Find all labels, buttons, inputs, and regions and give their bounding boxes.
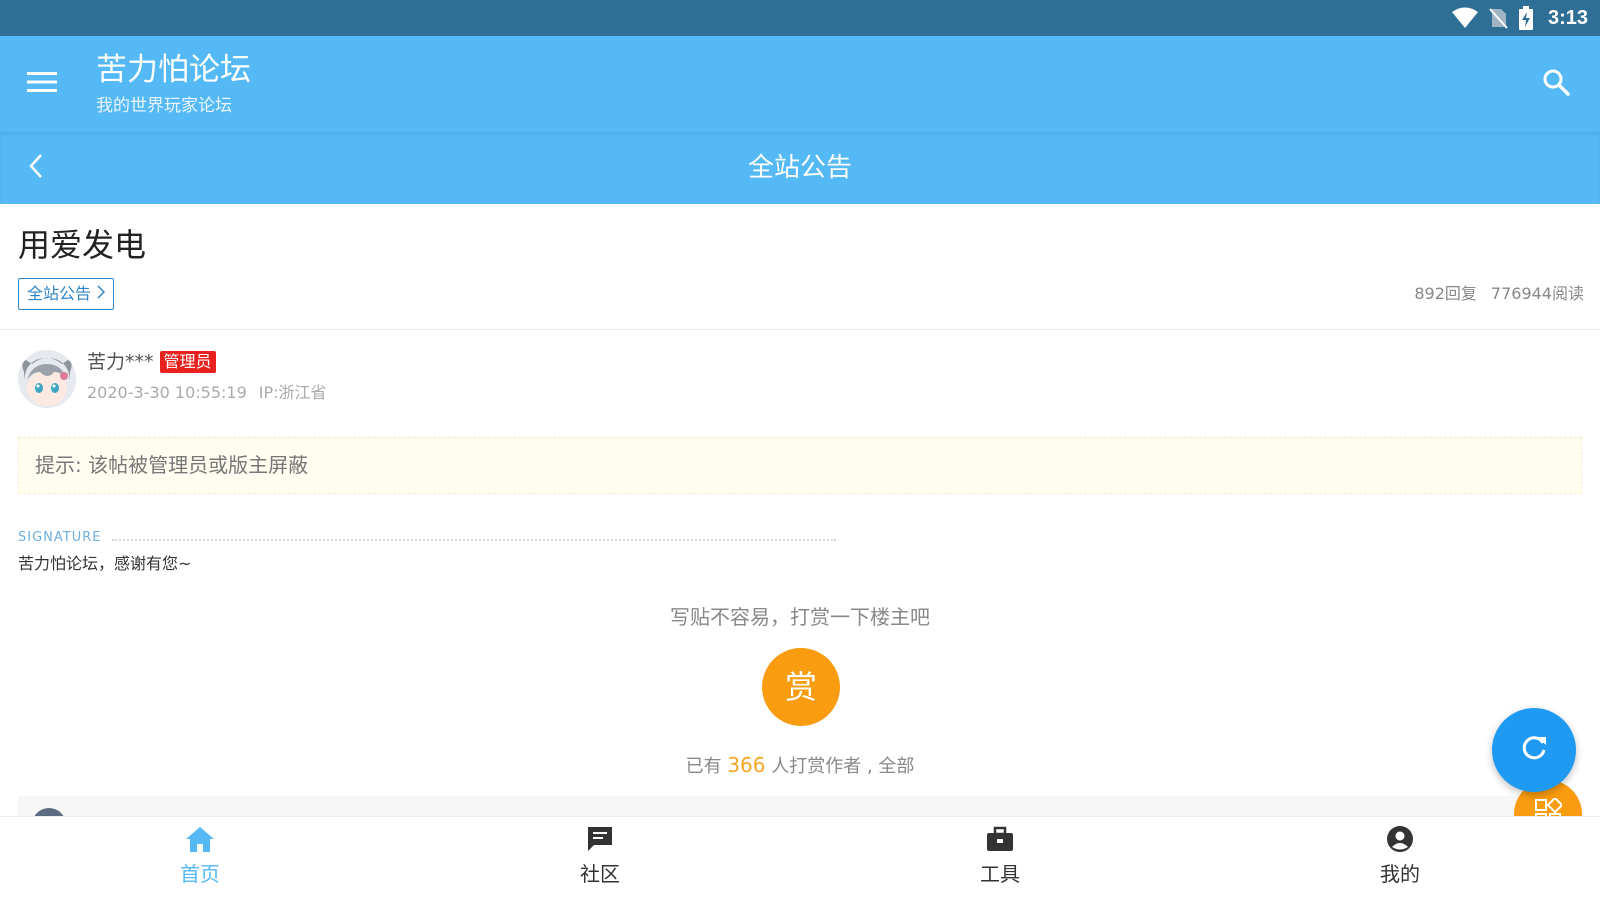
admin-badge: 管理员 [159,351,216,373]
status-time: 3:13 [1547,6,1588,29]
bottom-nav: 首页 社区 工具 我的 [0,816,1600,900]
author-meta: 2020-3-30 10:55:19 IP:浙江省 [87,380,327,406]
menu-icon [27,71,57,97]
reward-button[interactable]: 赏 [762,648,840,726]
reward-summary[interactable]: 已有 366 人打赏作者 , 全部 [0,750,1600,782]
chevron-right-icon [97,279,106,309]
reward-summary-suffix: 人打赏作者 , 全部 [771,756,915,777]
post-title: 用爱发电 [18,226,147,264]
refresh-button[interactable] [1492,708,1576,792]
nav-label: 首页 [180,861,220,886]
list-item [18,796,1538,816]
app-bar: 苦力怕论坛 我的世界玩家论坛 [0,36,1600,132]
signature-label: SIGNATURE [18,530,102,545]
avatar [32,808,66,816]
post-stats: 892回复 776944阅读 [1414,280,1584,308]
forum-tag-link[interactable]: 全站公告 [18,278,115,310]
nav-item-tools[interactable]: 工具 [800,817,1200,900]
home-icon [185,825,215,857]
avatar[interactable] [18,350,76,408]
wifi-icon [1451,7,1478,29]
view-count: 776944阅读 [1490,284,1584,303]
nav-item-community[interactable]: 社区 [400,817,800,900]
refresh-icon [1519,733,1549,767]
signature-text: 苦力怕论坛，感谢有您~ [18,554,192,573]
nav-item-home[interactable]: 首页 [0,817,400,900]
signature-divider [112,539,836,541]
nav-item-mine[interactable]: 我的 [1200,817,1600,900]
search-button[interactable] [1538,66,1574,102]
reply-count: 892回复 [1414,284,1477,303]
author-name[interactable]: 苦力*** [87,348,154,376]
app-subtitle: 我的世界玩家论坛 [96,96,232,116]
app-title: 苦力怕论坛 [96,52,251,88]
author-name-row: 苦力*** 管理员 [87,348,216,376]
battery-charging-icon [1518,6,1534,30]
toolbox-icon [985,825,1015,857]
menu-button[interactable] [22,66,62,102]
forum-tag-label: 全站公告 [27,284,92,303]
reward-summary-prefix: 已有 [685,756,722,777]
post-ip: IP:浙江省 [258,383,327,402]
status-bar: 3:13 [0,0,1600,36]
blocked-notice: 提示: 该帖被管理员或版主屏蔽 [18,437,1582,494]
nav-label: 工具 [980,861,1020,886]
divider [0,329,1600,330]
nav-label: 我的 [1380,861,1420,886]
section-bar: 全站公告 [0,132,1600,204]
search-icon [1542,68,1570,100]
chat-icon [586,825,614,857]
section-title: 全站公告 [747,153,852,183]
nav-label: 社区 [580,861,620,886]
post-date: 2020-3-30 10:55:19 [87,383,247,402]
reward-prompt: 写贴不容易，打赏一下楼主吧 [670,605,930,629]
account-icon [1386,825,1414,857]
no-sim-icon [1488,7,1508,29]
reward-count: 366 [727,753,766,777]
